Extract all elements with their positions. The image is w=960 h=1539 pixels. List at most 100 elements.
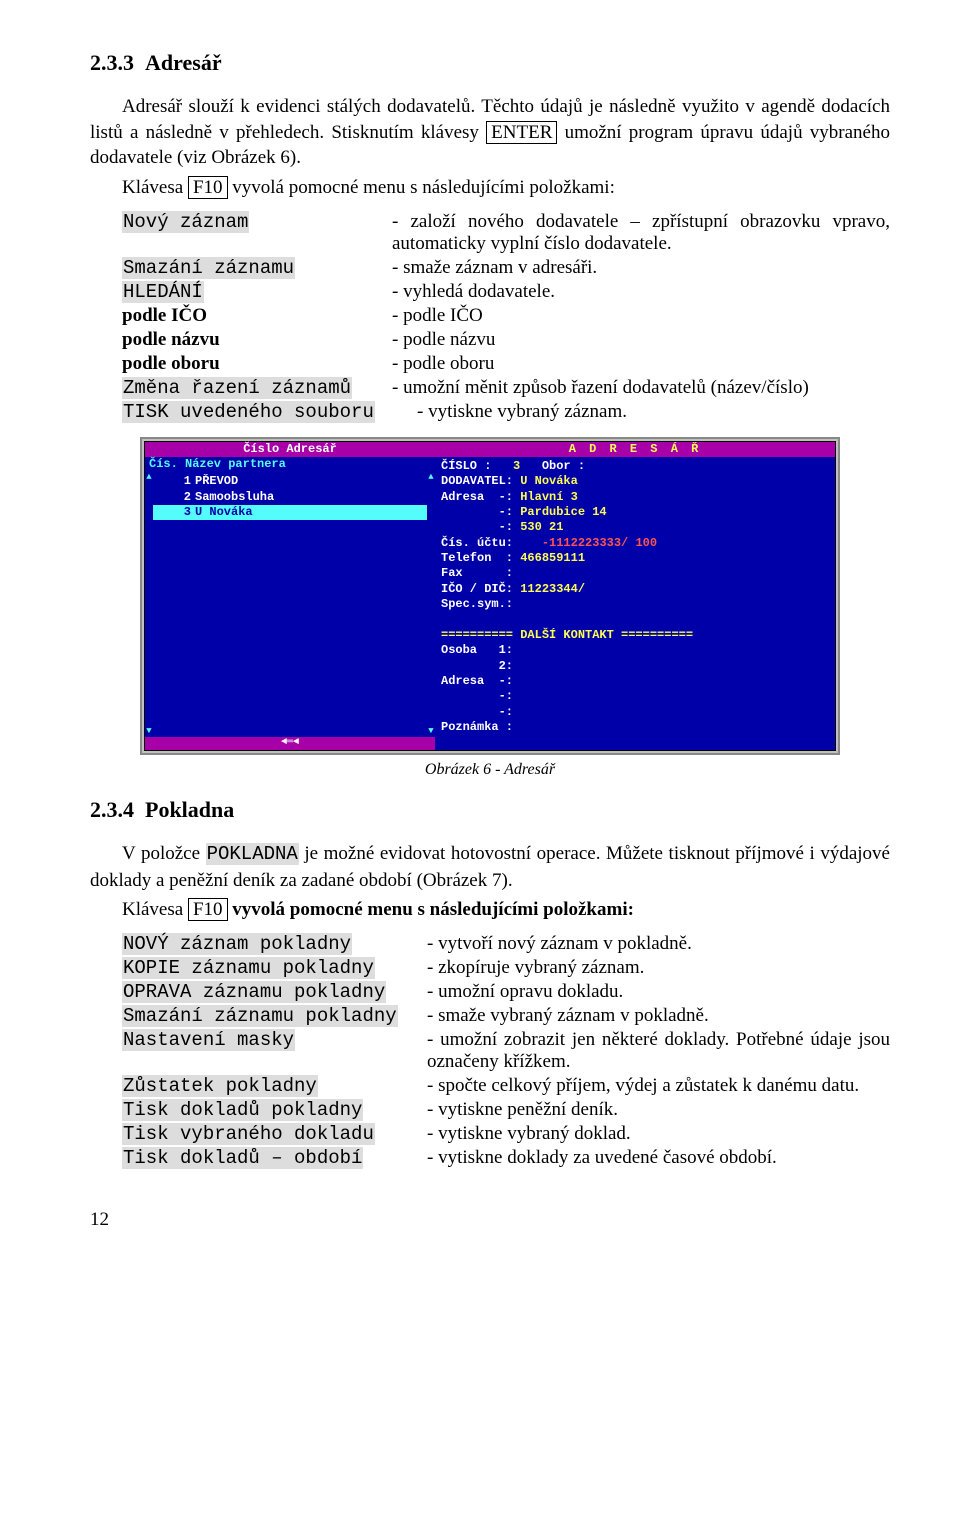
- menu-left-label: Tisk dokladů – období: [122, 1147, 363, 1169]
- dos-list-row: 1PŘEVOD: [153, 474, 427, 489]
- dos-left-header: Čís. Název partnera: [145, 457, 435, 472]
- menu-right-desc: - vytiskne vybraný záznam.: [417, 401, 890, 423]
- menu-item: Tisk vybraného dokladu - vytiskne vybraný…: [122, 1123, 890, 1145]
- menu-item: HLEDÁNÍ- vyhledá dodavatele.: [122, 281, 890, 303]
- figure-caption: Obrázek 6 - Adresář: [90, 761, 890, 779]
- heading-num-2: 2.3.4: [90, 797, 134, 822]
- page-number: 12: [90, 1209, 890, 1231]
- dos-field-row: Osoba 1:: [441, 643, 829, 658]
- dos-left-title: Číslo Adresář: [145, 442, 435, 457]
- menu-right-desc: - vytiskne vybraný doklad.: [427, 1123, 890, 1145]
- heading-num: 2.3.3: [90, 50, 134, 75]
- menu-item: Zůstatek pokladny - spočte celkový příjem…: [122, 1075, 890, 1097]
- dos-field-row: 2:: [441, 659, 829, 674]
- dos-fields: ČÍSLO : 3 Obor :DODAVATEL: U NovákaAdres…: [435, 457, 835, 750]
- dos-list-row: 3U Nováka: [153, 505, 427, 520]
- dos-field-row: Telefon : 466859111: [441, 551, 829, 566]
- dos-field-row: DODAVATEL: U Nováka: [441, 474, 829, 489]
- menu-left-label: Nastavení masky: [122, 1029, 295, 1051]
- menu-right-desc: - zkopíruje vybraný záznam.: [427, 957, 890, 979]
- heading-title: Adresář: [145, 50, 222, 75]
- menu-right-desc: - podle názvu: [392, 329, 890, 351]
- menu-item: Změna řazení záznamů - umožní měnit způso…: [122, 377, 890, 399]
- menu-right-desc: - umožní měnit způsob řazení dodavatelů …: [392, 377, 890, 399]
- dos-left-pane: Číslo Adresář Čís. Název partnera 1PŘEVO…: [145, 442, 435, 751]
- dos-field-row: -: Pardubice 14: [441, 505, 829, 520]
- dos-field-row: Adresa -:: [441, 674, 829, 689]
- dos-field-row: ČÍSLO : 3 Obor :: [441, 459, 829, 474]
- p4b: vyvolá pomocné menu s následujícími polo…: [228, 899, 634, 920]
- dos-right-title: A D R E S Á Ř: [435, 442, 835, 457]
- menu-right-desc: - podle oboru: [392, 353, 890, 375]
- menu-item: Nastavení masky - umožní zobrazit jen něk…: [122, 1029, 890, 1073]
- menu-item: podle oboru - podle oboru: [122, 353, 890, 375]
- dos-bottom-arrows: ◄═◄: [145, 737, 435, 750]
- menu-left-label: podle názvu: [122, 329, 220, 350]
- menu-left-label: Zůstatek pokladny: [122, 1075, 318, 1097]
- menu-left-label: Tisk dokladů pokladny: [122, 1099, 363, 1121]
- menu-right-desc: - umožní zobrazit jen některé doklady. P…: [427, 1029, 890, 1073]
- heading-title-2: Pokladna: [145, 797, 234, 822]
- menu-right-desc: - podle IČO: [392, 305, 890, 327]
- key-f10-2: F10: [188, 898, 228, 921]
- dos-scroll-left: [145, 472, 153, 737]
- dos-screenshot: Číslo Adresář Čís. Název partnera 1PŘEVO…: [140, 437, 840, 756]
- menu-item: OPRAVA záznamu pokladny - umožní opravu d…: [122, 981, 890, 1003]
- key-enter: ENTER: [486, 121, 557, 144]
- dos-field-row: ========== DALŠÍ KONTAKT ==========: [441, 628, 829, 643]
- menu-left-label: podle IČO: [122, 305, 207, 326]
- menu-item: Smazání záznamu pokladny - smaže vybraný …: [122, 1005, 890, 1027]
- menu-item: NOVÝ záznam pokladny - vytvoří nový zázna…: [122, 933, 890, 955]
- p3a: V položce: [122, 843, 206, 864]
- menu-right-desc: - vytiskne peněžní deník.: [427, 1099, 890, 1121]
- para-1: Adresář slouží k evidenci stálých dodava…: [90, 94, 890, 171]
- menu-item: Tisk dokladů – období - vytiskne doklady …: [122, 1147, 890, 1169]
- menu-left-label: Změna řazení záznamů: [122, 377, 352, 399]
- menu-left-label: KOPIE záznamu pokladny: [122, 957, 375, 979]
- p4a: Klávesa: [122, 899, 188, 920]
- menu-left-label: Smazání záznamu pokladny: [122, 1005, 398, 1027]
- menu-item: podle IČO - podle IČO: [122, 305, 890, 327]
- menu-right-desc: - umožní opravu dokladu.: [427, 981, 890, 1003]
- menu-right-desc: - smaže vybraný záznam v pokladně.: [427, 1005, 890, 1027]
- menu-right-desc: - založí nového dodavatele – zpřístupní …: [392, 211, 890, 255]
- menu-left-label: Tisk vybraného dokladu: [122, 1123, 375, 1145]
- dos-field-row: Spec.sym.:: [441, 597, 829, 612]
- menu-right-desc: - smaže záznam v adresáři.: [392, 257, 890, 279]
- menu-left-label: Nový záznam: [122, 211, 249, 233]
- menu-item: TISK uvedeného souboru - vytiskne vybraný…: [122, 401, 890, 423]
- menu-left-label: NOVÝ záznam pokladny: [122, 933, 352, 955]
- dos-list-row: 2Samoobsluha: [153, 490, 427, 505]
- key-f10: F10: [188, 176, 228, 199]
- section-heading-2: 2.3.4 Pokladna: [90, 797, 890, 823]
- dos-field-row: Adresa -: Hlavní 3: [441, 490, 829, 505]
- p2a: Klávesa: [122, 177, 188, 198]
- dos-field-row: -: 530 21: [441, 520, 829, 535]
- menu-item: Nový záznam - založí nového dodavatele – …: [122, 211, 890, 255]
- menu-left-label: Smazání záznamu: [122, 257, 295, 279]
- menu-item: Tisk dokladů pokladny - vytiskne peněžní …: [122, 1099, 890, 1121]
- menu-right-desc: - vytiskne doklady za uvedené časové obd…: [427, 1147, 890, 1169]
- menu-right-desc: - spočte celkový příjem, výdej a zůstate…: [427, 1075, 890, 1097]
- menu-left-label: TISK uvedeného souboru: [122, 401, 375, 423]
- dos-field-row: Čís. účtu: -1112223333/ 100: [441, 536, 829, 551]
- menu-right-desc: - vytvoří nový záznam v pokladně.: [427, 933, 890, 955]
- menu-1: Nový záznam - založí nového dodavatele – …: [122, 211, 890, 423]
- section-heading-1: 2.3.3 Adresář: [90, 50, 890, 76]
- para-2: Klávesa F10 vyvolá pomocné menu s násled…: [90, 175, 890, 201]
- dos-field-row: Fax :: [441, 566, 829, 581]
- para-3: V položce POKLADNA je možné evidovat hot…: [90, 841, 890, 893]
- menu-left-label: podle oboru: [122, 353, 220, 374]
- dos-field-row: [441, 613, 829, 628]
- dos-right-pane: A D R E S Á Ř ČÍSLO : 3 Obor :DODAVATEL:…: [435, 442, 835, 751]
- menu-2: NOVÝ záznam pokladny - vytvoří nový zázna…: [122, 933, 890, 1169]
- dos-field-row: -:: [441, 705, 829, 720]
- dos-field-row: IČO / DIČ: 11223344/: [441, 582, 829, 597]
- dos-list: 1PŘEVOD2Samoobsluha3U Nováka: [153, 472, 427, 737]
- menu-item: Smazání záznamu - smaže záznam v adresáři…: [122, 257, 890, 279]
- menu-right-desc: - vyhledá dodavatele.: [392, 281, 890, 303]
- dos-field-row: -:: [441, 689, 829, 704]
- dos-scroll-right: [427, 472, 435, 737]
- menu-left-label: OPRAVA záznamu pokladny: [122, 981, 386, 1003]
- menu-item: KOPIE záznamu pokladny - zkopíruje vybran…: [122, 957, 890, 979]
